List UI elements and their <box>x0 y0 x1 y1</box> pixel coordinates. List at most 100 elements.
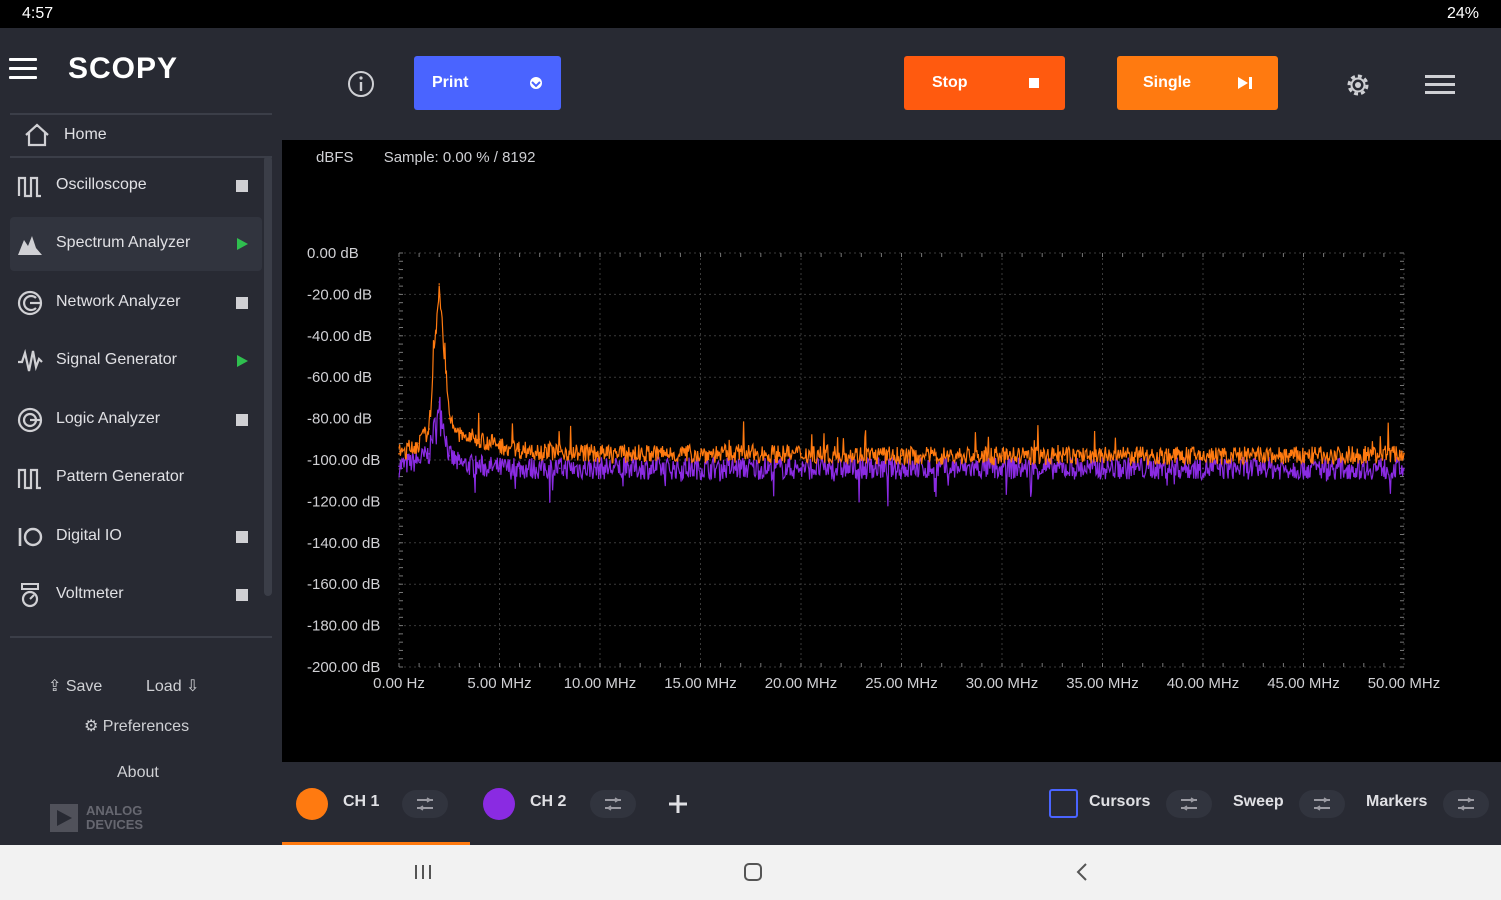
menu-icon[interactable] <box>1425 73 1455 97</box>
x-tick-label: 0.00 Hz <box>373 675 425 692</box>
gear-icon[interactable] <box>1342 69 1374 101</box>
stop-icon <box>1029 78 1039 88</box>
spectrum-icon <box>18 236 42 255</box>
stopped-indicator-icon <box>236 414 248 426</box>
spectrum-plot-area: dBFS Sample: 0.00 % / 8192 0.00 dB -20.00… <box>282 140 1501 762</box>
data-point <box>559 450 561 453</box>
sidebar-item-label: Pattern Generator <box>56 468 185 485</box>
print-button[interactable]: Print <box>414 56 561 110</box>
print-dropdown-icon <box>530 77 542 89</box>
data-point <box>1403 467 1405 470</box>
running-indicator-icon <box>237 355 248 367</box>
x-tick-label: 50.00 MHz <box>1368 675 1441 692</box>
single-button[interactable]: Single <box>1117 56 1278 110</box>
y-tick-label: -160.00 dB <box>307 576 380 593</box>
data-point <box>448 455 451 457</box>
data-point <box>559 467 561 470</box>
pattern-icon <box>17 468 41 490</box>
data-point <box>900 455 903 457</box>
ch1-label: CH 1 <box>343 793 380 810</box>
stopped-indicator-icon <box>236 589 248 601</box>
y-tick-label: -180.00 dB <box>307 618 380 635</box>
ch2-label: CH 2 <box>530 793 567 810</box>
settings-sliders-icon <box>605 797 621 811</box>
data-point <box>1302 467 1305 470</box>
recent-apps-icon[interactable] <box>412 861 434 883</box>
about-button[interactable]: About <box>117 764 159 782</box>
cursors-label: Cursors <box>1089 793 1151 810</box>
data-point <box>458 463 461 465</box>
sidebar: SCOPY Home Oscilloscope Spectrum Analyze… <box>0 28 282 845</box>
data-point <box>418 442 420 445</box>
back-icon[interactable] <box>1072 861 1094 883</box>
gear-small-icon: ⚙ <box>84 718 99 735</box>
ch1-toggle[interactable] <box>296 788 328 820</box>
spectrum-chart[interactable]: 0.00 dB -20.00 dB -40.00 dB -60.00 dB -80.00… <box>282 140 1501 762</box>
divider <box>10 636 272 638</box>
sidebar-item-label: Voltmeter <box>56 585 124 602</box>
data-point <box>438 401 440 403</box>
data-point <box>448 417 451 420</box>
sidebar-item-spectrum-analyzer[interactable]: Spectrum Analyzer <box>10 217 262 271</box>
signal-icon <box>18 348 43 372</box>
load-button[interactable]: Load ⇩ <box>146 676 199 696</box>
sidebar-item-voltmeter[interactable]: Voltmeter <box>10 568 262 622</box>
y-tick-label: 0.00 dB <box>307 245 359 262</box>
divider <box>10 156 272 158</box>
home-nav-icon[interactable] <box>742 861 764 883</box>
data-point <box>518 448 521 451</box>
x-tick-label: 25.00 MHz <box>865 675 938 692</box>
sidebar-item-pattern-generator[interactable]: Pattern Generator <box>10 451 262 505</box>
sidebar-item-signal-generator[interactable]: Signal Generator <box>10 334 262 388</box>
sidebar-item-label: Signal Generator <box>56 351 177 368</box>
sidebar-item-oscilloscope[interactable]: Oscilloscope <box>10 159 262 213</box>
data-point <box>398 465 400 468</box>
sidebar-item-network-analyzer[interactable]: Network Analyzer <box>10 276 262 330</box>
sidebar-scrollbar[interactable] <box>264 156 272 596</box>
sidebar-menu-icon[interactable] <box>9 58 37 80</box>
data-point <box>1101 467 1104 470</box>
data-point <box>1302 455 1305 457</box>
x-tick-label: 20.00 MHz <box>765 675 838 692</box>
ch1-settings-button[interactable] <box>402 790 448 818</box>
voltmeter-icon <box>21 583 39 608</box>
settings-sliders-icon <box>417 797 433 811</box>
stopped-indicator-icon <box>236 297 248 309</box>
toolbar: Print Stop Single <box>282 28 1501 140</box>
y-tick-label: -80.00 dB <box>307 411 372 428</box>
sidebar-item-label: Home <box>64 126 107 143</box>
y-tick-label: -200.00 dB <box>307 659 380 676</box>
ch2-toggle[interactable] <box>483 788 515 820</box>
y-tick-label: -60.00 dB <box>307 369 372 386</box>
save-button[interactable]: ⇪ Save <box>48 676 102 696</box>
stop-button[interactable]: Stop <box>904 56 1065 110</box>
load-label: Load <box>146 678 182 695</box>
cursors-settings-button[interactable] <box>1166 790 1212 818</box>
data-point <box>458 434 461 436</box>
status-battery: 24% <box>1446 5 1479 22</box>
cursors-checkbox[interactable] <box>1049 789 1078 818</box>
download-icon: ⇩ <box>186 678 200 695</box>
info-icon[interactable] <box>346 69 376 99</box>
y-tick-label: -140.00 dB <box>307 535 380 552</box>
stopped-indicator-icon <box>236 180 248 192</box>
add-channel-icon[interactable] <box>665 791 691 817</box>
home-icon <box>25 123 49 147</box>
data-point <box>438 283 440 285</box>
step-icon <box>1238 77 1252 89</box>
sidebar-item-home[interactable]: Home <box>12 116 262 154</box>
status-time: 4:57 <box>22 5 54 22</box>
markers-settings-button[interactable] <box>1443 790 1489 818</box>
preferences-button[interactable]: ⚙ Preferences <box>84 716 189 736</box>
data-point <box>428 452 430 455</box>
sidebar-item-digital-io[interactable]: Digital IO <box>10 510 262 564</box>
ch2-settings-button[interactable] <box>590 790 636 818</box>
sidebar-item-logic-analyzer[interactable]: Logic Analyzer <box>10 393 262 447</box>
data-point <box>478 438 481 441</box>
x-tick-label: 35.00 MHz <box>1066 675 1139 692</box>
sweep-settings-button[interactable] <box>1299 790 1345 818</box>
sweep-label: Sweep <box>1233 793 1284 810</box>
divider <box>10 113 272 115</box>
y-tick-label: -120.00 dB <box>307 493 380 510</box>
analog-devices-logo-text: ANALOG DEVICES <box>86 803 144 832</box>
